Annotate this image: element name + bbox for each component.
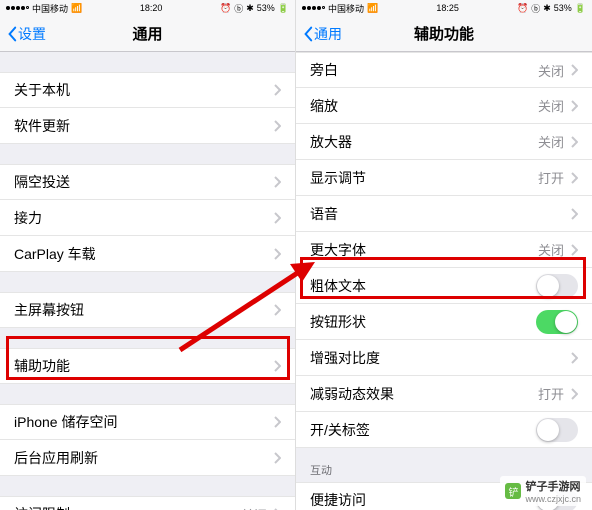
clock: 18:25 <box>436 3 459 13</box>
row-restrictions[interactable]: 访问限制关闭 <box>0 496 295 510</box>
chevron-right-icon <box>273 360 281 372</box>
chevron-right-icon <box>273 452 281 464</box>
back-button[interactable]: 设置 <box>6 24 46 44</box>
chevron-right-icon <box>273 212 281 224</box>
row-carplay[interactable]: CarPlay 车载 <box>0 236 295 272</box>
chevron-right-icon <box>273 176 281 188</box>
row-2[interactable]: 放大器关闭 <box>296 124 592 160</box>
chevron-right-icon <box>273 304 281 316</box>
chevron-right-icon <box>570 388 578 400</box>
back-label: 设置 <box>18 24 46 44</box>
logo-icon: 铲 <box>505 483 521 499</box>
row-0[interactable]: 旁白关闭 <box>296 52 592 88</box>
toggle-switch[interactable] <box>536 310 578 334</box>
chevron-right-icon <box>273 120 281 132</box>
row-software-update[interactable]: 软件更新 <box>0 108 295 144</box>
nav-bar: 通用 辅助功能 <box>296 16 592 52</box>
chevron-right-icon <box>570 352 578 364</box>
chevron-right-icon <box>273 416 281 428</box>
row-6[interactable]: 粗体文本 <box>296 268 592 304</box>
row-9[interactable]: 减弱动态效果打开 <box>296 376 592 412</box>
nav-bar: 设置 通用 <box>0 16 295 52</box>
screen-accessibility: 中国移动 📶 18:25 ⏰ⓑ✱53%🔋 通用 辅助功能 旁白关闭缩放关闭放大器… <box>296 0 592 510</box>
chevron-right-icon <box>570 244 578 256</box>
row-10[interactable]: 开/关标签 <box>296 412 592 448</box>
row-5[interactable]: 更大字体关闭 <box>296 232 592 268</box>
carrier-label: 中国移动 <box>32 2 68 15</box>
row-home-button[interactable]: 主屏幕按钮 <box>0 292 295 328</box>
toggle-switch[interactable] <box>536 274 578 298</box>
chevron-right-icon <box>570 100 578 112</box>
row-4[interactable]: 语音 <box>296 196 592 232</box>
row-7[interactable]: 按钮形状 <box>296 304 592 340</box>
row-3[interactable]: 显示调节打开 <box>296 160 592 196</box>
row-8[interactable]: 增强对比度 <box>296 340 592 376</box>
chevron-right-icon <box>570 64 578 76</box>
toggle-switch[interactable] <box>536 418 578 442</box>
battery-label: 53% <box>554 3 572 13</box>
clock: 18:20 <box>140 3 163 13</box>
status-bar: 中国移动 📶 18:20 ⏰ⓑ✱53%🔋 <box>0 0 295 16</box>
chevron-right-icon <box>273 84 281 96</box>
watermark: 铲 铲子手游网 www.czjxjc.cn <box>500 476 586 506</box>
back-label: 通用 <box>314 24 342 44</box>
status-bar: 中国移动 📶 18:25 ⏰ⓑ✱53%🔋 <box>296 0 592 16</box>
back-button[interactable]: 通用 <box>302 24 342 44</box>
row-handoff[interactable]: 接力 <box>0 200 295 236</box>
chevron-right-icon <box>570 172 578 184</box>
carrier-label: 中国移动 <box>328 2 364 15</box>
battery-label: 53% <box>257 3 275 13</box>
row-accessibility[interactable]: 辅助功能 <box>0 348 295 384</box>
chevron-right-icon <box>570 208 578 220</box>
chevron-right-icon <box>273 248 281 260</box>
row-airdrop[interactable]: 隔空投送 <box>0 164 295 200</box>
chevron-right-icon <box>570 136 578 148</box>
row-about[interactable]: 关于本机 <box>0 72 295 108</box>
row-storage[interactable]: iPhone 储存空间 <box>0 404 295 440</box>
row-background-refresh[interactable]: 后台应用刷新 <box>0 440 295 476</box>
screen-general: 中国移动 📶 18:20 ⏰ⓑ✱53%🔋 设置 通用 关于本机 软件更新 隔空投… <box>0 0 296 510</box>
row-1[interactable]: 缩放关闭 <box>296 88 592 124</box>
